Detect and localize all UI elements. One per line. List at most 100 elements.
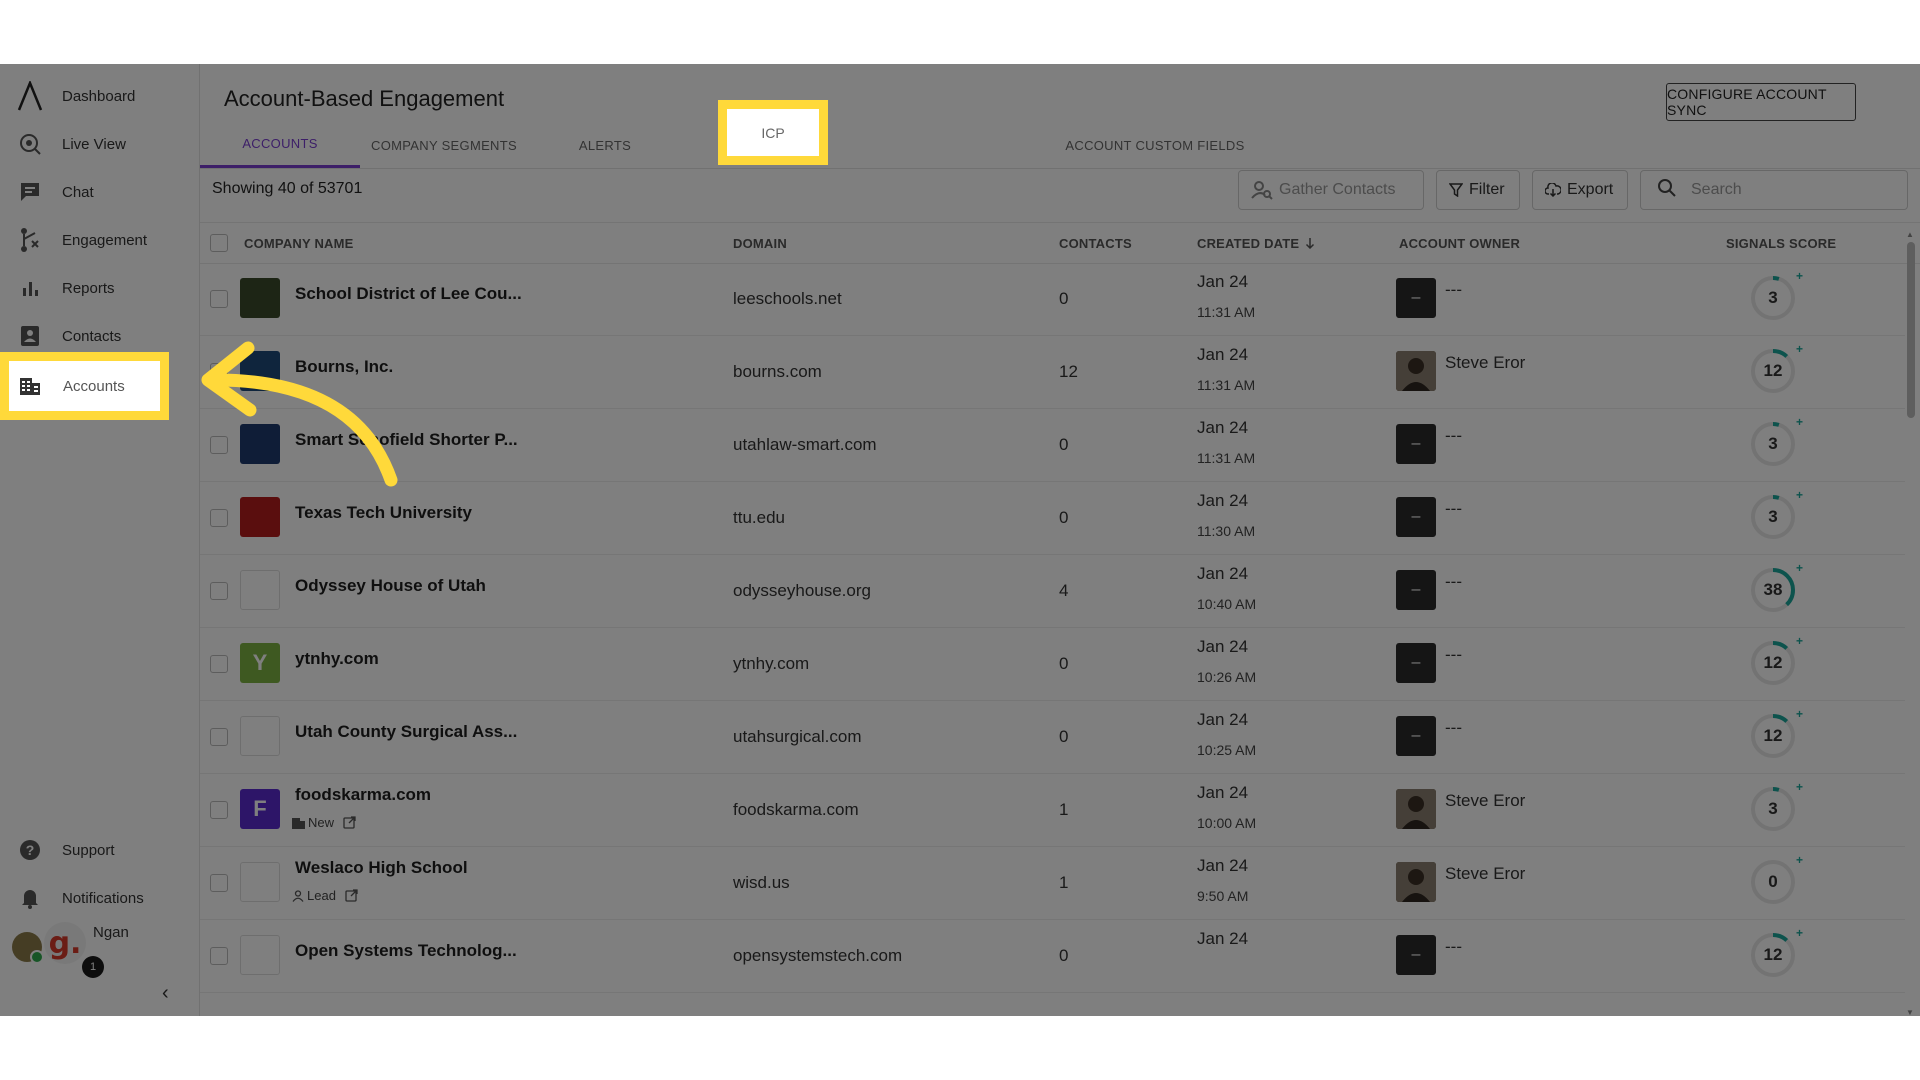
- contacts-icon: [16, 324, 44, 348]
- user-profile[interactable]: g. 1 Ngan: [12, 922, 192, 982]
- table-row[interactable]: Texas Tech University ttu.edu 0 Jan 24 11:30…: [200, 481, 1905, 555]
- sidebar-item-accounts[interactable]: Accounts: [0, 352, 169, 420]
- sidebar-item-engagement[interactable]: Engagement: [0, 220, 199, 260]
- engagement-icon: [16, 227, 44, 253]
- company-name-link[interactable]: Open Systems Technolog...: [295, 941, 517, 961]
- company-name-link[interactable]: ytnhy.com: [295, 649, 379, 669]
- column-company-name[interactable]: COMPANY NAME: [244, 223, 354, 263]
- status-icon: [292, 889, 304, 902]
- table-row[interactable]: Utah County Surgical Ass... utahsurgical.…: [200, 700, 1905, 774]
- signals-score: 12 +: [1750, 342, 1803, 394]
- table-row[interactable]: Smart Schofield Shorter P... utahlaw-smar…: [200, 408, 1905, 482]
- column-contacts[interactable]: CONTACTS: [1059, 223, 1132, 263]
- row-checkbox[interactable]: [210, 290, 228, 308]
- company-name-link[interactable]: foodskarma.com: [295, 785, 431, 805]
- column-created-date[interactable]: CREATED DATE: [1197, 223, 1315, 263]
- scroll-up-icon[interactable]: ▲: [1906, 230, 1914, 239]
- chevron-left-icon[interactable]: ‹: [162, 982, 169, 1005]
- column-account-owner[interactable]: ACCOUNT OWNER: [1399, 223, 1520, 263]
- contacts-count: 0: [1059, 727, 1069, 746]
- cloud-download-icon: [1545, 183, 1561, 197]
- company-logo: [240, 935, 280, 975]
- table-body: School District of Lee Cou... leeschools.…: [200, 262, 1905, 1016]
- tab-icp[interactable]: ICP: [718, 100, 828, 165]
- plus-icon: +: [1796, 780, 1804, 794]
- row-checkbox[interactable]: [210, 655, 228, 673]
- sidebar-item-contacts[interactable]: Contacts: [0, 316, 199, 356]
- row-checkbox[interactable]: [210, 582, 228, 600]
- scrollbar-thumb[interactable]: [1907, 242, 1915, 418]
- created-date: Jan 24: [1197, 564, 1249, 583]
- owner-avatar: [1396, 862, 1436, 902]
- owner-placeholder: –: [1396, 570, 1436, 610]
- select-all-checkbox[interactable]: [210, 234, 228, 252]
- company-name-link[interactable]: Utah County Surgical Ass...: [295, 722, 517, 742]
- row-checkbox[interactable]: [210, 801, 228, 819]
- table-row[interactable]: Odyssey House of Utah odysseyhouse.org 4 Ja…: [200, 554, 1905, 628]
- tab-alerts[interactable]: ALERTS: [555, 122, 655, 168]
- owner-avatar: [1396, 789, 1436, 829]
- sidebar-item-chat[interactable]: Chat: [0, 172, 199, 212]
- score-value: 3: [1768, 288, 1778, 307]
- tab-company-segments[interactable]: COMPANY SEGMENTS: [360, 122, 528, 168]
- column-domain[interactable]: DOMAIN: [733, 223, 787, 263]
- row-checkbox[interactable]: [210, 509, 228, 527]
- user-name: Ngan: [93, 924, 129, 941]
- table-row[interactable]: Ffoodskarma.com New foodskarma.com 1 Jan 24 1…: [200, 773, 1905, 847]
- table-scrollbar[interactable]: ▲ ▼: [1906, 230, 1916, 1016]
- score-value: 3: [1768, 507, 1778, 526]
- filter-icon: [1449, 183, 1463, 197]
- status-label: New: [308, 815, 335, 830]
- score-value: 38: [1763, 580, 1783, 599]
- configure-account-sync-button[interactable]: CONFIGURE ACCOUNT SYNC: [1666, 83, 1856, 121]
- sidebar-item-dashboard[interactable]: Dashboard: [0, 76, 199, 116]
- gather-contacts-button[interactable]: Gather Contacts: [1238, 170, 1424, 210]
- svg-text:?: ?: [26, 842, 35, 858]
- external-link-icon[interactable]: [345, 889, 358, 902]
- owner-name: Steve Eror: [1445, 864, 1526, 883]
- table-row[interactable]: Yytnhy.com ytnhy.com 0 Jan 24 10:26 AM – --- 12…: [200, 627, 1905, 701]
- sidebar-item-notifications[interactable]: Notifications: [0, 878, 199, 918]
- created-time: 11:31 AM: [1197, 450, 1256, 466]
- plus-icon: +: [1796, 634, 1804, 648]
- company-name-link[interactable]: Texas Tech University: [295, 503, 472, 523]
- contacts-count: 0: [1059, 435, 1069, 454]
- sidebar-item-live-view[interactable]: Live View: [0, 124, 199, 164]
- row-checkbox[interactable]: [210, 947, 228, 965]
- column-signals-score[interactable]: SIGNALS SCORE: [1726, 223, 1836, 263]
- tab-accounts[interactable]: ACCOUNTS: [200, 122, 360, 168]
- tab-icp-label: ICP: [761, 124, 785, 141]
- row-checkbox[interactable]: [210, 874, 228, 892]
- company-name-link[interactable]: Weslaco High School: [295, 858, 468, 878]
- chat-icon: [16, 181, 44, 203]
- company-name-link[interactable]: Odyssey House of Utah: [295, 576, 486, 596]
- external-link-icon[interactable]: [343, 816, 356, 829]
- table-row[interactable]: Weslaco High School Lead wisd.us 1 Jan 24 9:5…: [200, 846, 1905, 920]
- person-search-icon: [1251, 180, 1273, 200]
- tab-account-custom-fields[interactable]: ACCOUNT CUSTOM FIELDS: [1060, 122, 1250, 168]
- company-logo: [240, 716, 280, 756]
- sidebar-item-support[interactable]: ? Support: [0, 830, 199, 870]
- page-title: Account-Based Engagement: [224, 86, 505, 111]
- sidebar-item-reports[interactable]: Reports: [0, 268, 199, 308]
- table-row[interactable]: Open Systems Technolog... opensystemstech…: [200, 919, 1905, 993]
- owner-name: Steve Eror: [1445, 353, 1526, 372]
- score-value: 3: [1768, 434, 1778, 453]
- row-checkbox[interactable]: [210, 728, 228, 746]
- domain-text: leeschools.net: [733, 289, 842, 308]
- filter-button[interactable]: Filter: [1436, 170, 1520, 210]
- scroll-down-icon[interactable]: ▼: [1906, 1008, 1914, 1016]
- company-name-link[interactable]: School District of Lee Cou...: [295, 284, 522, 304]
- signals-score: 12 +: [1750, 926, 1803, 978]
- owner-placeholder: –: [1396, 643, 1436, 683]
- export-label: Export: [1567, 181, 1614, 198]
- table-row[interactable]: Bourns, Inc. bourns.com 12 Jan 24 11:31 AM St…: [200, 335, 1905, 409]
- search-input[interactable]: [1689, 180, 1893, 200]
- table-row[interactable]: School District of Lee Cou... leeschools.…: [200, 262, 1905, 336]
- signals-score: 0 +: [1750, 853, 1803, 905]
- plus-icon: +: [1796, 926, 1804, 940]
- plus-icon: +: [1796, 415, 1804, 429]
- domain-text: bourns.com: [733, 362, 822, 381]
- export-button[interactable]: Export: [1532, 170, 1628, 210]
- search-box[interactable]: [1640, 170, 1908, 210]
